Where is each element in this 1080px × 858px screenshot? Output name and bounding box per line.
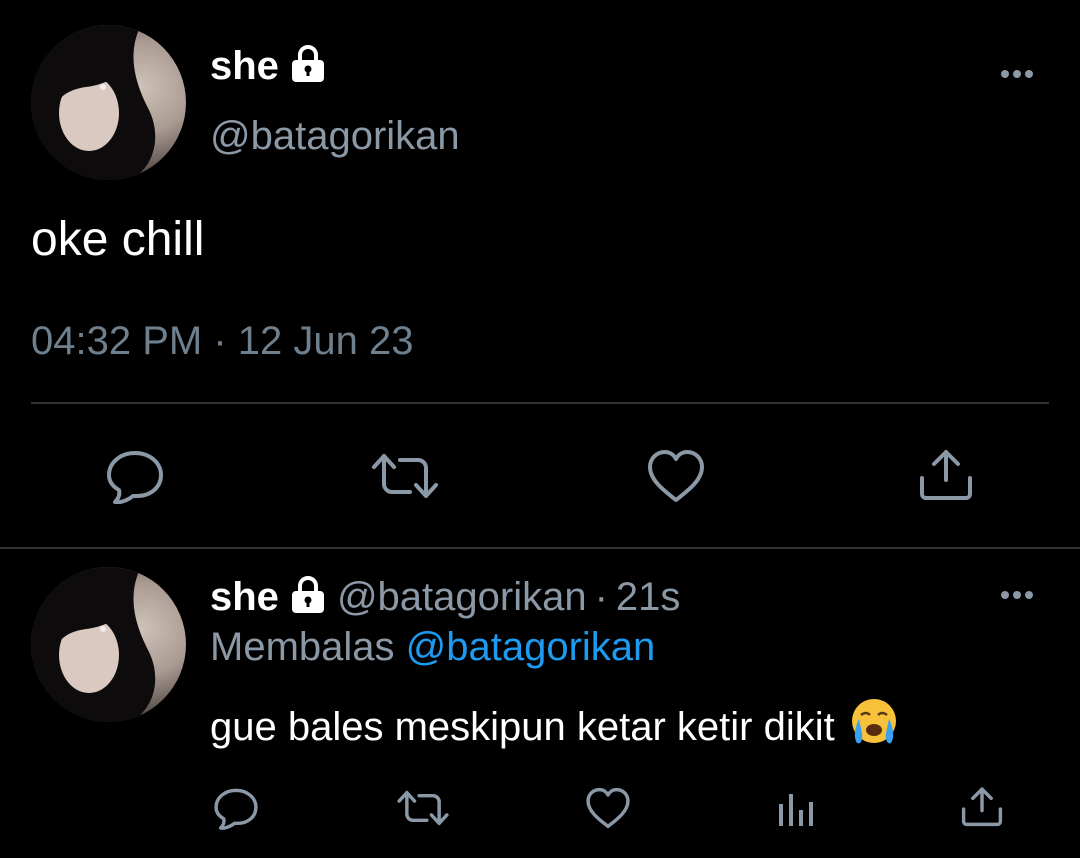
lock-icon — [287, 44, 329, 89]
reply-username[interactable]: @batagorikan — [337, 575, 587, 620]
replying-to: Membalas @batagorikan — [210, 625, 655, 670]
divider — [31, 402, 1049, 404]
tweet-text: oke chill — [31, 213, 205, 266]
more-icon[interactable] — [998, 583, 1038, 607]
reply-icon[interactable] — [105, 448, 165, 504]
replying-prefix: Membalas — [210, 625, 395, 669]
divider — [0, 547, 1080, 549]
retweet-icon[interactable] — [370, 450, 440, 502]
reply-avatar[interactable] — [31, 567, 186, 722]
reply-display-name[interactable]: she — [210, 575, 279, 620]
retweet-icon[interactable] — [396, 788, 450, 828]
reply-age[interactable]: 21s — [616, 575, 681, 620]
lock-icon — [287, 575, 329, 620]
username[interactable]: @batagorikan — [210, 114, 460, 159]
more-icon[interactable] — [998, 62, 1038, 86]
replying-to-link[interactable]: @batagorikan — [406, 625, 656, 669]
display-name[interactable]: she — [210, 44, 279, 89]
crying-emoji-icon — [847, 697, 901, 757]
reply-icon[interactable] — [213, 786, 259, 830]
tweet-timestamp[interactable]: 04:32 PM · 12 Jun 23 — [31, 319, 413, 364]
share-icon[interactable] — [916, 446, 976, 502]
avatar[interactable] — [31, 25, 186, 180]
reply-tweet-text: gue bales meskipun ketar ketir dikit — [210, 704, 835, 749]
like-icon[interactable] — [585, 786, 631, 830]
share-icon[interactable] — [959, 784, 1005, 828]
like-icon[interactable] — [646, 448, 706, 504]
separator-dot: · — [594, 575, 608, 619]
analytics-icon[interactable] — [776, 790, 816, 830]
